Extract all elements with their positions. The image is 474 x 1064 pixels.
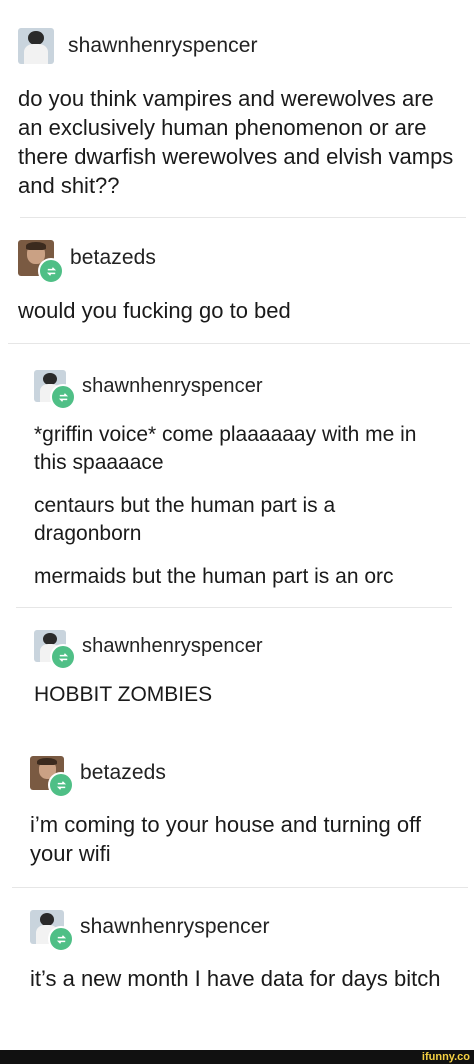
- footer-bar: ifunny.co: [0, 1050, 474, 1064]
- post-3-header: shawnhenryspencer: [34, 370, 263, 410]
- reblog-icon: [48, 772, 74, 798]
- avatar[interactable]: [34, 370, 76, 410]
- post-text: i’m coming to your house and turning off…: [30, 812, 421, 866]
- post-4-header: shawnhenryspencer: [34, 630, 263, 670]
- post-6-header: shawnhenryspencer: [30, 910, 270, 952]
- avatar[interactable]: [30, 756, 74, 798]
- post-text: centaurs but the human part is a dragonb…: [34, 494, 336, 545]
- reblog-icon: [38, 258, 64, 284]
- username[interactable]: shawnhenryspencer: [80, 915, 270, 939]
- avatar[interactable]: [18, 240, 64, 284]
- watermark: ifunny.co: [421, 1051, 470, 1063]
- reblog-icon: [50, 384, 76, 410]
- post-text: *griffin voice* come plaaaaaay with me i…: [34, 423, 417, 474]
- username[interactable]: shawnhenryspencer: [68, 34, 258, 58]
- post-text: do you think vampires and werewolves are…: [18, 86, 454, 198]
- post-text: would you fucking go to bed: [18, 298, 291, 323]
- username[interactable]: betazeds: [70, 246, 156, 270]
- reblog-icon: [50, 644, 76, 670]
- avatar[interactable]: [34, 630, 76, 670]
- post-text: HOBBIT ZOMBIES: [34, 683, 213, 706]
- username[interactable]: shawnhenryspencer: [82, 375, 263, 398]
- username[interactable]: betazeds: [80, 761, 166, 785]
- avatar[interactable]: [18, 28, 54, 64]
- divider: [20, 217, 466, 218]
- username[interactable]: shawnhenryspencer: [82, 635, 263, 658]
- divider: [16, 607, 452, 608]
- avatar[interactable]: [30, 910, 74, 952]
- post-text: it’s a new month I have data for days bi…: [30, 966, 441, 991]
- post-1-header: shawnhenryspencer: [18, 28, 258, 64]
- reblog-icon: [48, 926, 74, 952]
- divider: [12, 887, 468, 888]
- post-5-header: betazeds: [30, 756, 166, 798]
- post-text: mermaids but the human part is an orc: [34, 565, 394, 588]
- post-2-header: betazeds: [18, 240, 156, 284]
- divider: [8, 343, 470, 344]
